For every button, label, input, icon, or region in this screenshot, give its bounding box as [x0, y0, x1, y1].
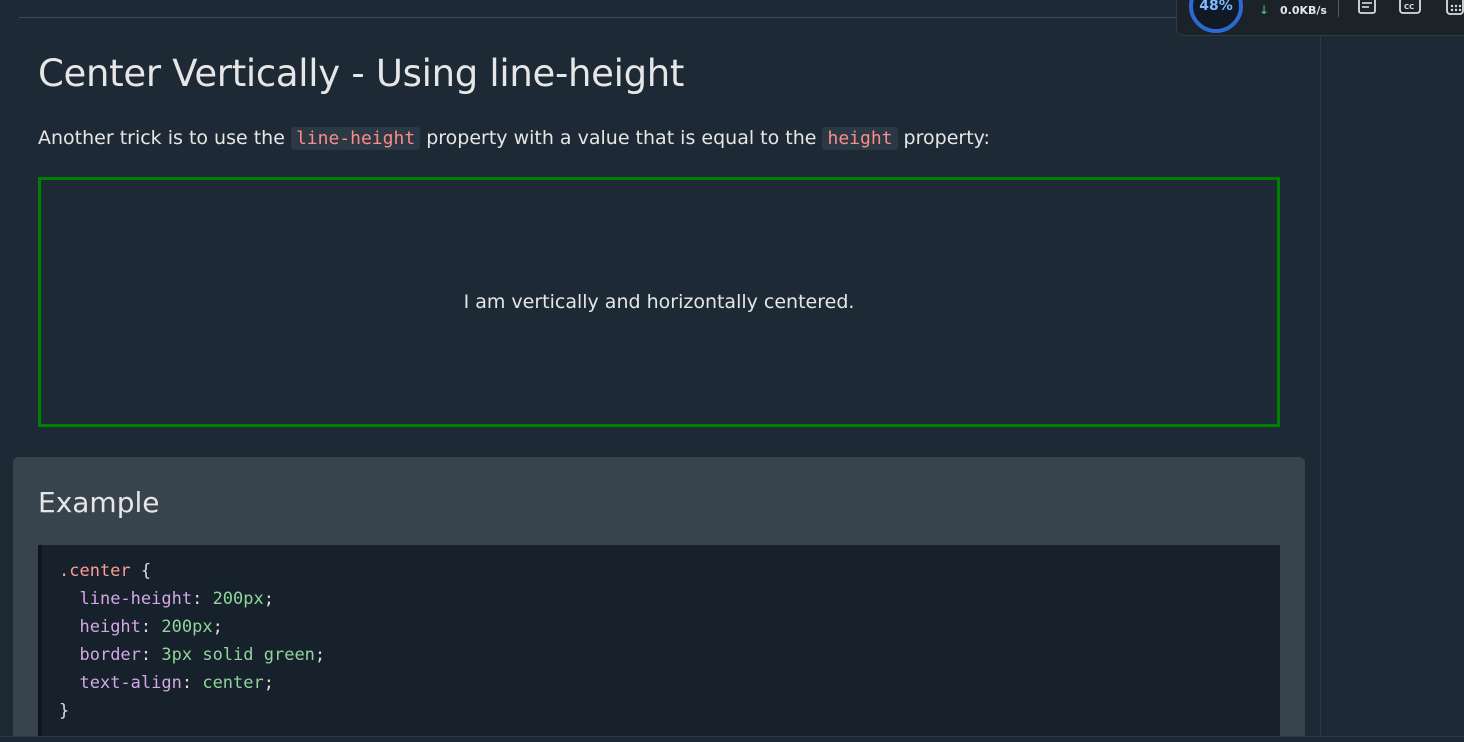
intro-text-after: property: — [897, 127, 990, 149]
example-panel: Example .center { line-height: 200px; he… — [13, 457, 1305, 742]
code-block[interactable]: .center { line-height: 200px; height: 20… — [38, 545, 1280, 742]
intro-text-before: Another trick is to use the — [38, 127, 291, 149]
system-monitor-widget[interactable]: 48% ↓ 0.0KB/s CC — [1176, 0, 1464, 36]
inline-code-height: height — [822, 127, 898, 150]
code-open-brace: { — [140, 561, 152, 581]
inline-code-line-height: line-height — [290, 127, 421, 150]
code-value: 200px — [212, 589, 264, 609]
code-value: 3px solid green — [161, 645, 315, 665]
cpu-usage-gauge[interactable]: 48% — [1189, 0, 1243, 33]
calculator-icon[interactable] — [1445, 0, 1464, 15]
code-selector: .center — [59, 561, 131, 581]
page-title: Center Vertically - Using line-height — [38, 52, 685, 95]
centered-demo-box: I am vertically and horizontally centere… — [38, 177, 1280, 427]
code-prop: text-align — [79, 673, 182, 693]
code-value: 200px — [161, 617, 213, 637]
bottom-edge — [0, 736, 1464, 742]
download-arrow-icon: ↓ — [1259, 3, 1270, 17]
code-prop: height — [79, 617, 141, 637]
notes-icon[interactable] — [1357, 0, 1379, 15]
code-prop: border — [79, 645, 141, 665]
network-speed: 0.0KB/s — [1280, 4, 1327, 17]
cpu-percent: 48% — [1199, 0, 1233, 14]
widget-separator — [1338, 0, 1339, 17]
demo-text: I am vertically and horizontally centere… — [463, 291, 855, 313]
example-title: Example — [38, 486, 160, 519]
code-value: center — [202, 673, 264, 693]
intro-text-middle: property with a value that is equal to t… — [420, 127, 823, 149]
page: Center Vertically - Using line-height An… — [0, 0, 1464, 742]
captions-icon[interactable]: CC — [1399, 0, 1421, 15]
top-divider — [19, 17, 1317, 18]
svg-text:CC: CC — [1404, 3, 1414, 11]
right-sidebar-divider — [1320, 0, 1321, 742]
intro-paragraph: Another trick is to use the line-height … — [38, 127, 990, 150]
code-close-brace: } — [59, 701, 70, 721]
code-prop: line-height — [79, 589, 193, 609]
